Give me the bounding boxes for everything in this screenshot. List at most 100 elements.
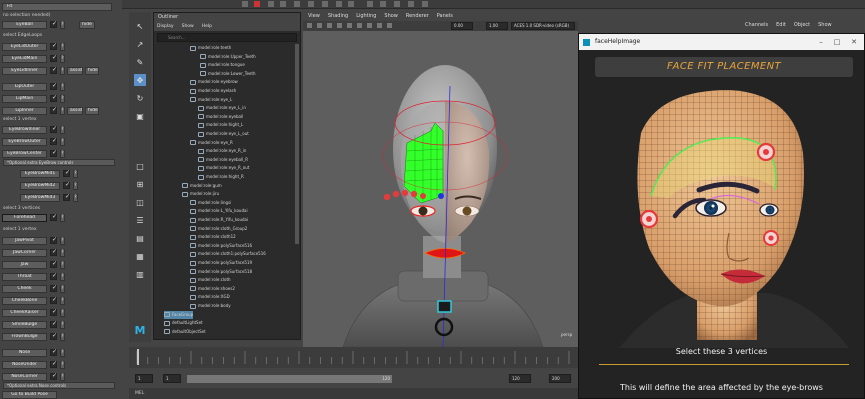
single-view-icon[interactable]: □ (134, 160, 146, 172)
outliner-menu-display[interactable]: Display (157, 22, 174, 31)
lipmain-button[interactable]: LipMain (2, 94, 47, 103)
outliner-row[interactable]: model:role:jiru (182, 190, 219, 198)
noseunder-help-button[interactable]: ? (60, 360, 65, 369)
eyelidouter-checkbox[interactable] (50, 42, 57, 50)
status-icon-9[interactable] (348, 1, 354, 7)
noseunder-checkbox[interactable] (50, 360, 57, 368)
lights-icon[interactable] (357, 23, 362, 28)
viewport-menu-view[interactable]: View (308, 12, 320, 21)
eyebrowcenter-button[interactable]: EyeBrowCenter (2, 149, 47, 158)
status-icon-4[interactable] (280, 1, 286, 7)
eyebrowinner-checkbox[interactable] (50, 125, 57, 133)
eyebrowouter-checkbox[interactable] (50, 137, 57, 145)
outliner-row[interactable]: model:role:cloth (190, 276, 231, 284)
eyelidinner-button[interactable]: EyeLidInner (2, 66, 47, 75)
eyeball-button[interactable]: EyeBall (2, 20, 47, 29)
status-icon-11[interactable] (380, 1, 386, 7)
outliner-row[interactable]: model:role:eyeball (198, 113, 243, 121)
jaw-checkbox[interactable] (50, 260, 57, 268)
lipmain-help-button[interactable]: ? (60, 94, 65, 103)
viewport-menu-lighting[interactable]: Lighting (356, 12, 376, 21)
throat-button[interactable]: Throat (2, 272, 47, 281)
outliner-menu-show[interactable]: Show (182, 22, 194, 31)
eyelidouter-help-button[interactable]: ? (60, 42, 65, 51)
panel-layout-icon[interactable]: ▦ (134, 250, 146, 262)
eyebrowmid1-button[interactable]: EyeBrowMid1 (20, 169, 60, 178)
nose-button[interactable]: Nose (2, 348, 47, 357)
maximize-button[interactable]: □ (830, 34, 844, 50)
rotate-tool-icon[interactable]: ↻ (134, 92, 146, 104)
smilebulge-button[interactable]: SmileBulge (2, 320, 47, 329)
eyelidmain-button[interactable]: EyeLidMain (2, 54, 47, 63)
eyebrowcenter-checkbox[interactable] (50, 149, 57, 157)
smooth-shade-icon[interactable] (337, 23, 342, 28)
script-layout-icon[interactable]: ▥ (134, 268, 146, 280)
status-icon-12[interactable] (394, 1, 400, 7)
eyebrowmid1-help-button[interactable]: ? (73, 169, 78, 178)
shadows-icon[interactable] (367, 23, 372, 28)
outliner-row[interactable]: model:role:cloth_Group2 (190, 225, 247, 233)
cheek-checkbox[interactable] (50, 284, 57, 292)
viewport-scene[interactable]: persp (303, 31, 578, 347)
jaw-button[interactable]: Jaw (2, 260, 47, 269)
range-bar[interactable]: 120 (187, 375, 392, 383)
outliner-row[interactable]: model:role:polySurface519 (190, 259, 252, 267)
status-icon-1[interactable] (242, 1, 248, 7)
outliner-row[interactable]: model:role:eye_R_in (198, 147, 246, 155)
outliner-row[interactable]: model:role:lingsi (190, 199, 231, 207)
eyebrowinner-button[interactable]: EyeBrowInner (2, 125, 47, 134)
four-view-icon[interactable]: ⊞ (134, 178, 146, 190)
status-icon-7[interactable] (322, 1, 328, 7)
forehead-checkbox[interactable] (50, 213, 57, 221)
time-slider[interactable] (129, 347, 578, 368)
outliner-row[interactable]: model:role:R_Yifu_koudai (190, 216, 248, 224)
outliner-row[interactable]: model:role:L_Yifu_koudai (190, 207, 248, 215)
lipouter-checkbox[interactable] (50, 82, 57, 90)
eyebrowouter-button[interactable]: EyeBrowOuter (2, 137, 47, 146)
jawpivot-help-button[interactable]: ? (60, 236, 65, 245)
move-tool-icon[interactable]: ✥ (134, 74, 146, 86)
lip-assist-button[interactable]: assist (67, 106, 83, 115)
end-time-field[interactable]: 200 (549, 374, 571, 383)
outliner-row[interactable]: model:role:body (190, 302, 231, 310)
outliner-row[interactable]: model:role:tongue (200, 61, 245, 69)
outliner-row[interactable]: model:role:polySurface518 (190, 268, 252, 276)
cheekbone-help-button[interactable]: ? (60, 296, 65, 305)
outliner-row[interactable]: FaceGroup (164, 310, 194, 319)
outliner-search-input[interactable]: Search... (157, 33, 297, 42)
optional-nose-divider[interactable]: *Optional extra Nose controls (3, 382, 115, 389)
eyeball-checkbox[interactable] (50, 20, 57, 28)
playback-start-field[interactable]: 1 (163, 374, 181, 383)
root-control-square[interactable] (437, 300, 452, 313)
grid-icon[interactable] (317, 23, 322, 28)
two-view-icon[interactable]: ◫ (134, 196, 146, 208)
nose-checkbox[interactable] (50, 348, 57, 356)
exposure-field[interactable]: 0.00 (451, 22, 473, 30)
nosecorner-button[interactable]: NoseCorner (2, 372, 47, 381)
lipinner-button[interactable]: LipInner (2, 106, 47, 115)
eyebrowmid1-checkbox[interactable] (63, 169, 70, 177)
lipinner-checkbox[interactable] (50, 106, 57, 114)
colorspace-dropdown[interactable]: ACES 1.0 SDR-video (sRGB) (511, 22, 575, 30)
lasso-tool-icon[interactable]: ↗ (134, 38, 146, 50)
wireframe-icon[interactable] (327, 23, 332, 28)
outliner-row[interactable]: model:role:hight_R (198, 173, 244, 181)
outliner-row[interactable]: model:role:Lower_Teeth (200, 70, 256, 78)
viewport-menu-panels[interactable]: Panels (437, 12, 453, 21)
eyelidinner-help-button[interactable]: ? (60, 66, 65, 75)
eyelidouter-button[interactable]: EyeLidOuter (2, 42, 47, 51)
eyebrowcenter-help-button[interactable]: ? (60, 149, 65, 158)
viewport-menu-show[interactable]: Show (384, 12, 398, 21)
outliner-row[interactable]: model:role:eye_R_out (198, 164, 249, 172)
status-icon-5[interactable] (294, 1, 300, 7)
status-icon-2[interactable] (254, 1, 260, 7)
outliner-scrollbar[interactable] (295, 44, 299, 244)
status-icon-10[interactable] (367, 1, 373, 7)
frownbulge-help-button[interactable]: ? (60, 332, 65, 341)
eyeball-help-button[interactable]: ? (60, 20, 65, 29)
status-icon-6[interactable] (308, 1, 314, 7)
eyebrowmid2-button[interactable]: EyeBrowMid2 (20, 181, 60, 190)
jawpivot-button[interactable]: JawPivot (2, 236, 47, 245)
smilebulge-checkbox[interactable] (50, 320, 57, 328)
outliner-row[interactable]: model:role:polySurface516 (190, 242, 252, 250)
